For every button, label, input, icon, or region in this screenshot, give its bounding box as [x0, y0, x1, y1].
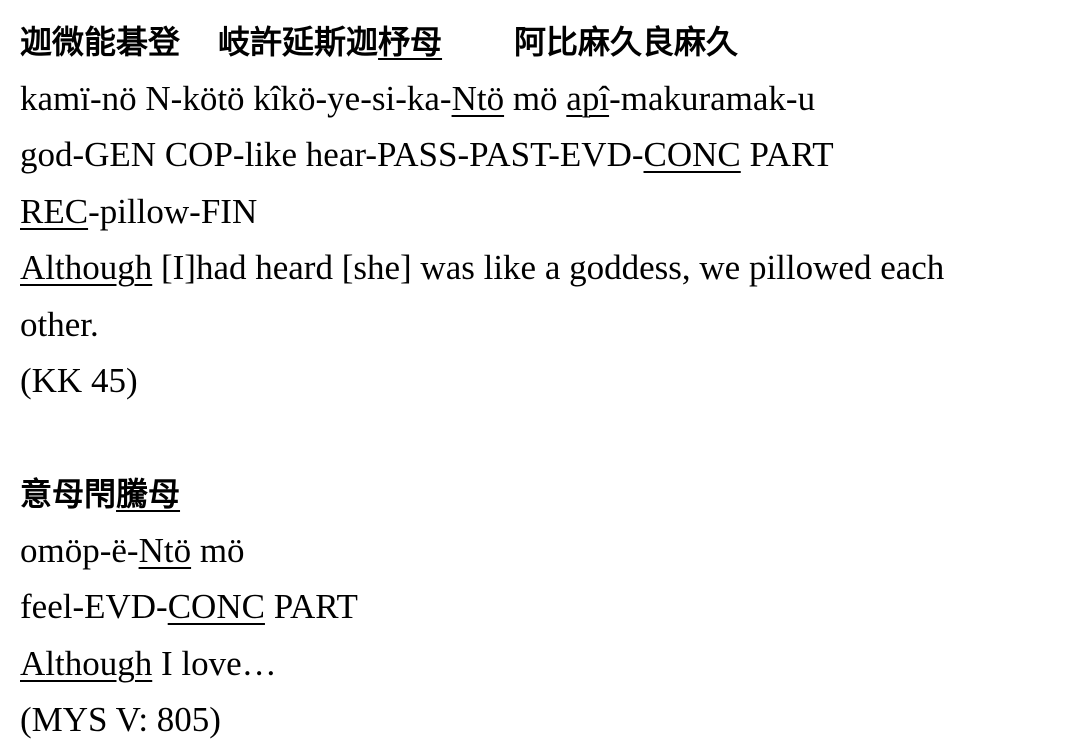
- jp-phrase-2-underlined: 杼母: [378, 23, 443, 61]
- example2-gloss-line: feel-EVD-CONC PART: [20, 587, 358, 626]
- example1-translation-line-2: other.: [20, 304, 99, 344]
- underlined-translation-word: Although: [20, 643, 153, 683]
- jp-phrase-2: 岐許延斯迦: [218, 23, 379, 61]
- underlined-gloss: CONC: [643, 135, 741, 174]
- jp-phrase-underlined: 騰母: [116, 475, 181, 513]
- example2-japanese-line: 意母閇騰母: [20, 466, 1075, 523]
- underlined-morpheme: apî: [566, 78, 610, 118]
- underlined-gloss: CONC: [167, 587, 265, 626]
- example1-gloss-line-2: REC-pillow-FIN: [20, 191, 258, 231]
- underlined-morpheme: Ntö: [138, 530, 192, 570]
- example2-romanization-line: omöp-ë-Ntö mö: [20, 530, 245, 570]
- jp-phrase-1: 意母閇: [20, 475, 117, 513]
- example2-source: (MYS V: 805): [20, 700, 221, 739]
- underlined-translation-word: Although: [20, 248, 153, 287]
- example2-translation-line: Although I love…: [20, 643, 277, 683]
- example1-gloss-line-1: god-GEN COP-like hear-PASS-PAST-EVD-CONC…: [20, 135, 834, 174]
- example1-romanization-line: kamï-nö N-kötö kîkö-ye-si-ka-Ntö mö apî-…: [20, 78, 816, 118]
- example1-japanese-line: 迦微能碁登 岐許延斯迦杼母 阿比麻久良麻久: [20, 14, 1075, 71]
- example1-translation-line-1: Although [I]had heard [she] was like a g…: [20, 248, 945, 287]
- underlined-morpheme: Ntö: [451, 78, 505, 118]
- underlined-gloss: REC: [20, 191, 89, 231]
- jp-phrase-1: 迦微能碁登: [20, 23, 181, 61]
- document-page: 迦微能碁登 岐許延斯迦杼母 阿比麻久良麻久 kamï-nö N-kötö kîkö-…: [20, 14, 1075, 749]
- example1-source: (KK 45): [20, 361, 138, 400]
- jp-phrase-3: 阿比麻久良麻久: [514, 23, 739, 61]
